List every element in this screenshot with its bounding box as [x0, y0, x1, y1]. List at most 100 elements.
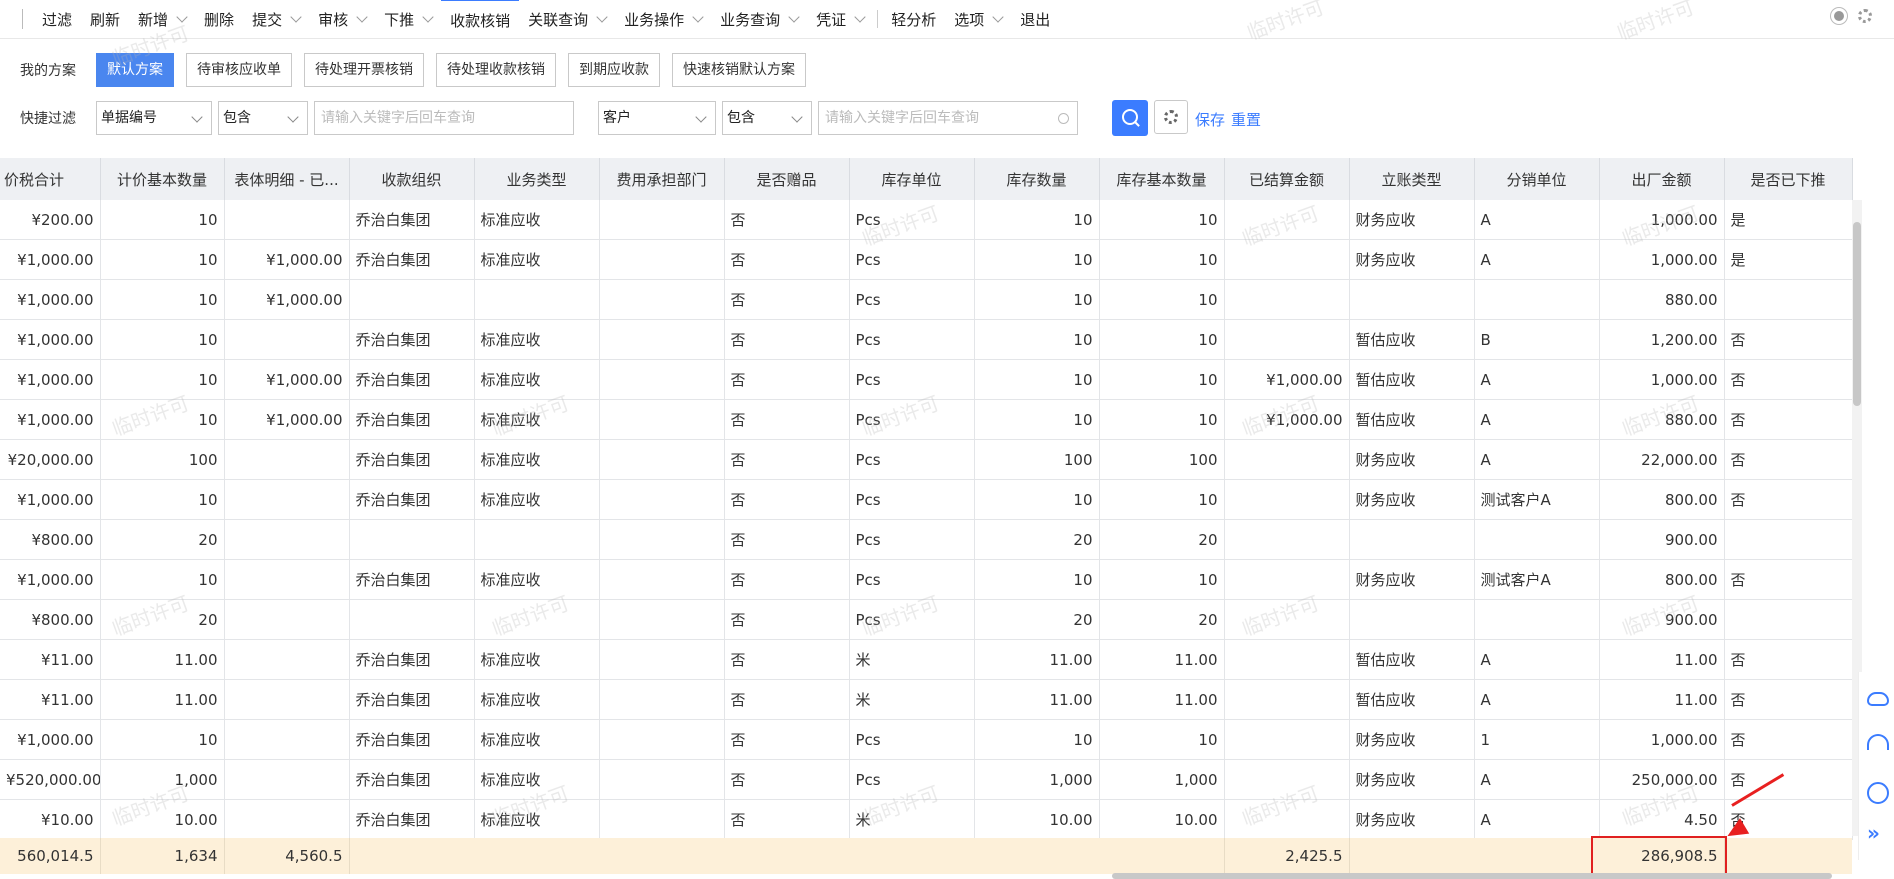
table-cell[interactable]: 乔治白集团: [349, 559, 475, 600]
table-cell[interactable]: ¥1,000.00: [0, 559, 101, 600]
table-cell[interactable]: A: [1474, 759, 1600, 800]
table-cell[interactable]: 10: [100, 279, 225, 320]
column-header-3[interactable]: 收款组织: [349, 158, 475, 200]
table-cell[interactable]: 20: [1099, 519, 1225, 560]
table-cell[interactable]: A: [1474, 359, 1600, 400]
table-cell[interactable]: 10: [100, 479, 225, 520]
table-cell[interactable]: 米: [849, 639, 975, 680]
table-cell[interactable]: 10.00: [100, 799, 225, 840]
table-cell[interactable]: ¥11.00: [0, 679, 101, 720]
table-cell[interactable]: [1224, 279, 1350, 320]
table-cell[interactable]: [224, 200, 350, 240]
table-cell[interactable]: Pcs: [849, 719, 975, 760]
column-header-4[interactable]: 业务类型: [474, 158, 600, 200]
table-cell[interactable]: 10: [974, 719, 1100, 760]
filter-field-select-2[interactable]: 客户: [598, 101, 716, 135]
table-cell[interactable]: 财务应收: [1349, 799, 1475, 840]
table-cell[interactable]: [1349, 279, 1475, 320]
filter-input-1[interactable]: 请输入关键字后回车查询: [314, 101, 574, 135]
table-row[interactable]: ¥1,000.00 10 乔治白集团 标准应收否 Pcs 10 10 财务应收 1 1,000.0…: [0, 719, 1853, 760]
table-row[interactable]: ¥1,000.00 10 乔治白集团 标准应收否 Pcs 10 10 财务应收 测试客户A 800…: [0, 479, 1853, 520]
table-cell[interactable]: [1224, 439, 1350, 480]
table-cell[interactable]: 暂估应收: [1349, 639, 1475, 680]
column-header-12[interactable]: 分销单位: [1474, 158, 1600, 200]
toolbar-item-1[interactable]: 刷新: [81, 0, 129, 38]
table-row[interactable]: ¥1,000.00 10 ¥1,000.00 乔治白集团 标准应收否 Pcs 10 10 财务应…: [0, 239, 1853, 280]
table-cell[interactable]: 10: [974, 200, 1100, 240]
table-cell[interactable]: 10: [100, 239, 225, 280]
table-cell[interactable]: 10: [1099, 399, 1225, 440]
table-cell[interactable]: 财务应收: [1349, 439, 1475, 480]
table-cell[interactable]: 11.00: [100, 639, 225, 680]
table-cell[interactable]: A: [1474, 239, 1600, 280]
table-cell[interactable]: 10: [974, 359, 1100, 400]
table-cell[interactable]: 测试客户A: [1474, 479, 1600, 520]
table-cell[interactable]: A: [1474, 200, 1600, 240]
scheme-button-4[interactable]: 到期应收款: [568, 53, 660, 87]
table-cell[interactable]: 11.00: [974, 679, 1100, 720]
table-cell[interactable]: 标准应收: [474, 439, 600, 480]
table-cell[interactable]: [599, 439, 725, 480]
table-cell[interactable]: 标准应收: [474, 399, 600, 440]
toolbar-item-7[interactable]: 收款核销: [441, 0, 520, 39]
table-cell[interactable]: 否: [1724, 399, 1853, 440]
table-cell[interactable]: [599, 639, 725, 680]
table-cell[interactable]: 财务应收: [1349, 479, 1475, 520]
filter-op-select-2[interactable]: 包含: [722, 101, 812, 135]
table-cell[interactable]: 1,000.00: [1599, 200, 1725, 240]
table-cell[interactable]: ¥1,000.00: [0, 319, 101, 360]
table-cell[interactable]: 乔治白集团: [349, 759, 475, 800]
table-cell[interactable]: 否: [724, 279, 850, 320]
table-cell[interactable]: 10: [974, 559, 1100, 600]
toolbar-item-13[interactable]: 选项: [945, 0, 1011, 38]
table-cell[interactable]: Pcs: [849, 399, 975, 440]
table-cell[interactable]: 是: [1724, 239, 1853, 280]
column-header-14[interactable]: 是否已下推: [1724, 158, 1853, 200]
table-cell[interactable]: 乔治白集团: [349, 359, 475, 400]
table-cell[interactable]: Pcs: [849, 279, 975, 320]
table-cell[interactable]: A: [1474, 679, 1600, 720]
table-row[interactable]: ¥1,000.00 10 ¥1,000.00 乔治白集团 标准应收否 Pcs 10 10 ¥1,…: [0, 399, 1853, 440]
table-cell[interactable]: 乔治白集团: [349, 479, 475, 520]
table-cell[interactable]: [1224, 799, 1350, 840]
table-cell[interactable]: ¥1,000.00: [1224, 399, 1350, 440]
headset-icon[interactable]: [1867, 734, 1889, 750]
table-cell[interactable]: 否: [724, 719, 850, 760]
column-header-5[interactable]: 费用承担部门: [599, 158, 725, 200]
table-cell[interactable]: 财务应收: [1349, 239, 1475, 280]
table-cell[interactable]: 否: [1724, 679, 1853, 720]
table-cell[interactable]: [1724, 279, 1853, 320]
table-cell[interactable]: 否: [1724, 559, 1853, 600]
table-cell[interactable]: [224, 799, 350, 840]
reset-link[interactable]: 重置: [1231, 109, 1261, 130]
toolbar-item-14[interactable]: 退出: [1011, 0, 1059, 38]
table-cell[interactable]: 11.00: [1099, 679, 1225, 720]
toolbar-item-10[interactable]: 业务查询: [711, 0, 807, 38]
table-cell[interactable]: [599, 599, 725, 640]
table-cell[interactable]: 否: [724, 239, 850, 280]
table-cell[interactable]: A: [1474, 399, 1600, 440]
table-cell[interactable]: 否: [1724, 319, 1853, 360]
table-cell[interactable]: 10.00: [974, 799, 1100, 840]
table-cell[interactable]: Pcs: [849, 519, 975, 560]
table-cell[interactable]: [599, 519, 725, 560]
toolbar-item-6[interactable]: 下推: [375, 0, 441, 38]
table-cell[interactable]: 否: [724, 679, 850, 720]
table-cell[interactable]: [224, 479, 350, 520]
table-cell[interactable]: 10: [1099, 359, 1225, 400]
table-cell[interactable]: Pcs: [849, 319, 975, 360]
horizontal-scrollbar-thumb[interactable]: [1112, 873, 1832, 879]
table-row[interactable]: ¥1,000.00 10 ¥1,000.00 乔治白集团 标准应收否 Pcs 10 10 ¥1,…: [0, 359, 1853, 400]
column-header-6[interactable]: 是否赠品: [724, 158, 850, 200]
table-row[interactable]: ¥520,000.00 1,000 乔治白集团 标准应收否 Pcs 1,000 1,000 财…: [0, 759, 1853, 800]
table-cell[interactable]: 10: [974, 399, 1100, 440]
table-cell[interactable]: 否: [724, 519, 850, 560]
table-cell[interactable]: Pcs: [849, 359, 975, 400]
table-cell[interactable]: 1,000.00: [1599, 239, 1725, 280]
table-cell[interactable]: [474, 519, 600, 560]
search-button[interactable]: [1112, 100, 1148, 136]
table-cell[interactable]: [474, 599, 600, 640]
table-row[interactable]: ¥20,000.00 100 乔治白集团 标准应收否 Pcs 100 100 财务应收 A 22,…: [0, 439, 1853, 480]
table-cell[interactable]: 否: [724, 639, 850, 680]
table-cell[interactable]: [1474, 279, 1600, 320]
